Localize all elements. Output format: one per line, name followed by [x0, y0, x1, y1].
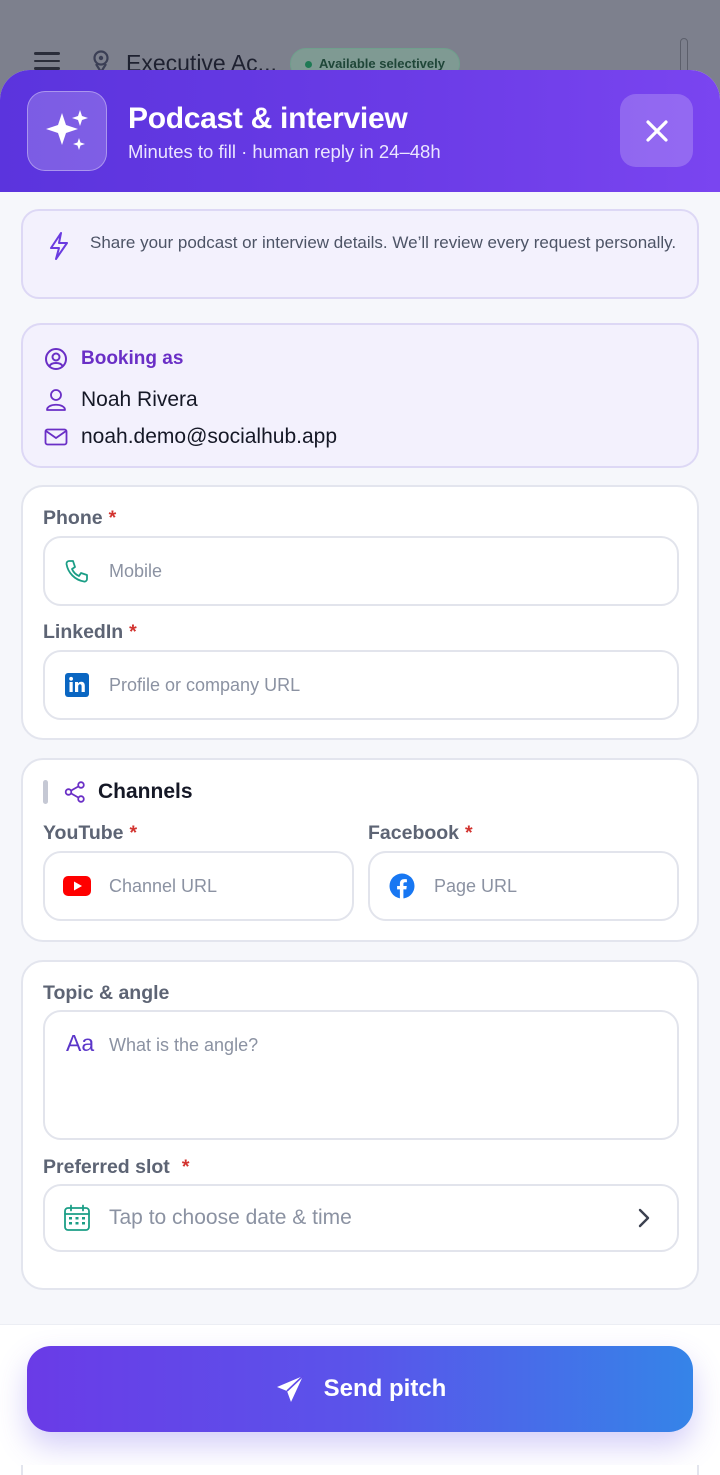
- send-icon: [276, 1375, 304, 1402]
- topic-card: Topic & angle Aa What is the angle? Pref…: [21, 960, 699, 1290]
- topic-placeholder: What is the angle?: [109, 1035, 259, 1055]
- sparkles-icon: [27, 91, 107, 171]
- sheet-title: Podcast & interview: [128, 102, 408, 135]
- share-icon: [64, 781, 85, 803]
- chevron-right-icon: [638, 1208, 650, 1228]
- slot-placeholder: Tap to choose date & time: [109, 1206, 352, 1229]
- lightning-icon: [50, 232, 68, 260]
- calendar-icon: [45, 1204, 109, 1232]
- info-note-text: Share your podcast or interview details.…: [90, 233, 677, 252]
- slot-picker[interactable]: Tap to choose date & time: [43, 1184, 679, 1252]
- channels-heading: Channels: [43, 780, 193, 804]
- booking-as-label: Booking as: [81, 348, 184, 369]
- booking-email-row: noah.demo@socialhub.app: [43, 425, 337, 449]
- linkedin-label: LinkedIn *: [43, 621, 137, 643]
- contact-card: Phone * Mobile LinkedIn * Profile or com…: [21, 485, 699, 740]
- channels-card: Channels YouTube * Channel URL Facebook *: [21, 758, 699, 942]
- section-marker: [43, 780, 48, 804]
- sheet-subtitle: Minutes to fill · human reply in 24–48h: [128, 141, 441, 162]
- send-pitch-button[interactable]: Send pitch: [27, 1346, 693, 1432]
- menu-icon: [34, 52, 60, 72]
- sheet-header: Podcast & interview Minutes to fill · hu…: [0, 70, 720, 192]
- user-icon: [43, 388, 69, 412]
- sheet-footer: Send pitch: [0, 1324, 720, 1475]
- facebook-icon: [370, 873, 434, 899]
- close-icon: [645, 119, 668, 142]
- linkedin-input[interactable]: Profile or company URL: [43, 650, 679, 720]
- youtube-placeholder: Channel URL: [109, 875, 218, 896]
- booking-email: noah.demo@socialhub.app: [81, 425, 337, 448]
- mail-icon: [43, 428, 69, 446]
- youtube-input[interactable]: Channel URL: [43, 851, 354, 921]
- facebook-label: Facebook *: [368, 822, 473, 844]
- send-pitch-label: Send pitch: [323, 1375, 447, 1402]
- facebook-input[interactable]: Page URL: [368, 851, 679, 921]
- topic-textarea[interactable]: Aa What is the angle?: [43, 1010, 679, 1140]
- booking-name: Noah Rivera: [81, 388, 198, 411]
- podcast-booking-sheet: Podcast & interview Minutes to fill · hu…: [0, 70, 720, 1475]
- booking-name-row: Noah Rivera: [43, 388, 198, 412]
- phone-label: Phone *: [43, 507, 117, 529]
- youtube-icon: [45, 876, 109, 896]
- slot-label: Preferred slot *: [43, 1156, 190, 1178]
- phone-input[interactable]: Mobile: [43, 536, 679, 606]
- user-circle-icon: [43, 347, 69, 371]
- booking-as-heading: Booking as: [43, 347, 183, 371]
- bottom-card-edge: [21, 1465, 699, 1475]
- phone-icon: [45, 558, 109, 584]
- facebook-placeholder: Page URL: [434, 875, 518, 896]
- channels-title: Channels: [98, 780, 193, 803]
- topic-label: Topic & angle: [43, 982, 170, 1004]
- close-button[interactable]: [620, 94, 693, 167]
- linkedin-icon: [45, 673, 109, 697]
- phone-placeholder: Mobile: [109, 560, 163, 581]
- text-format-icon: Aa: [66, 1030, 95, 1056]
- booking-as-card: Booking as Noah Rivera noah.demo@socialh…: [21, 323, 699, 468]
- info-note: Share your podcast or interview details.…: [21, 209, 699, 299]
- linkedin-placeholder: Profile or company URL: [109, 674, 301, 695]
- youtube-label: YouTube *: [43, 822, 138, 844]
